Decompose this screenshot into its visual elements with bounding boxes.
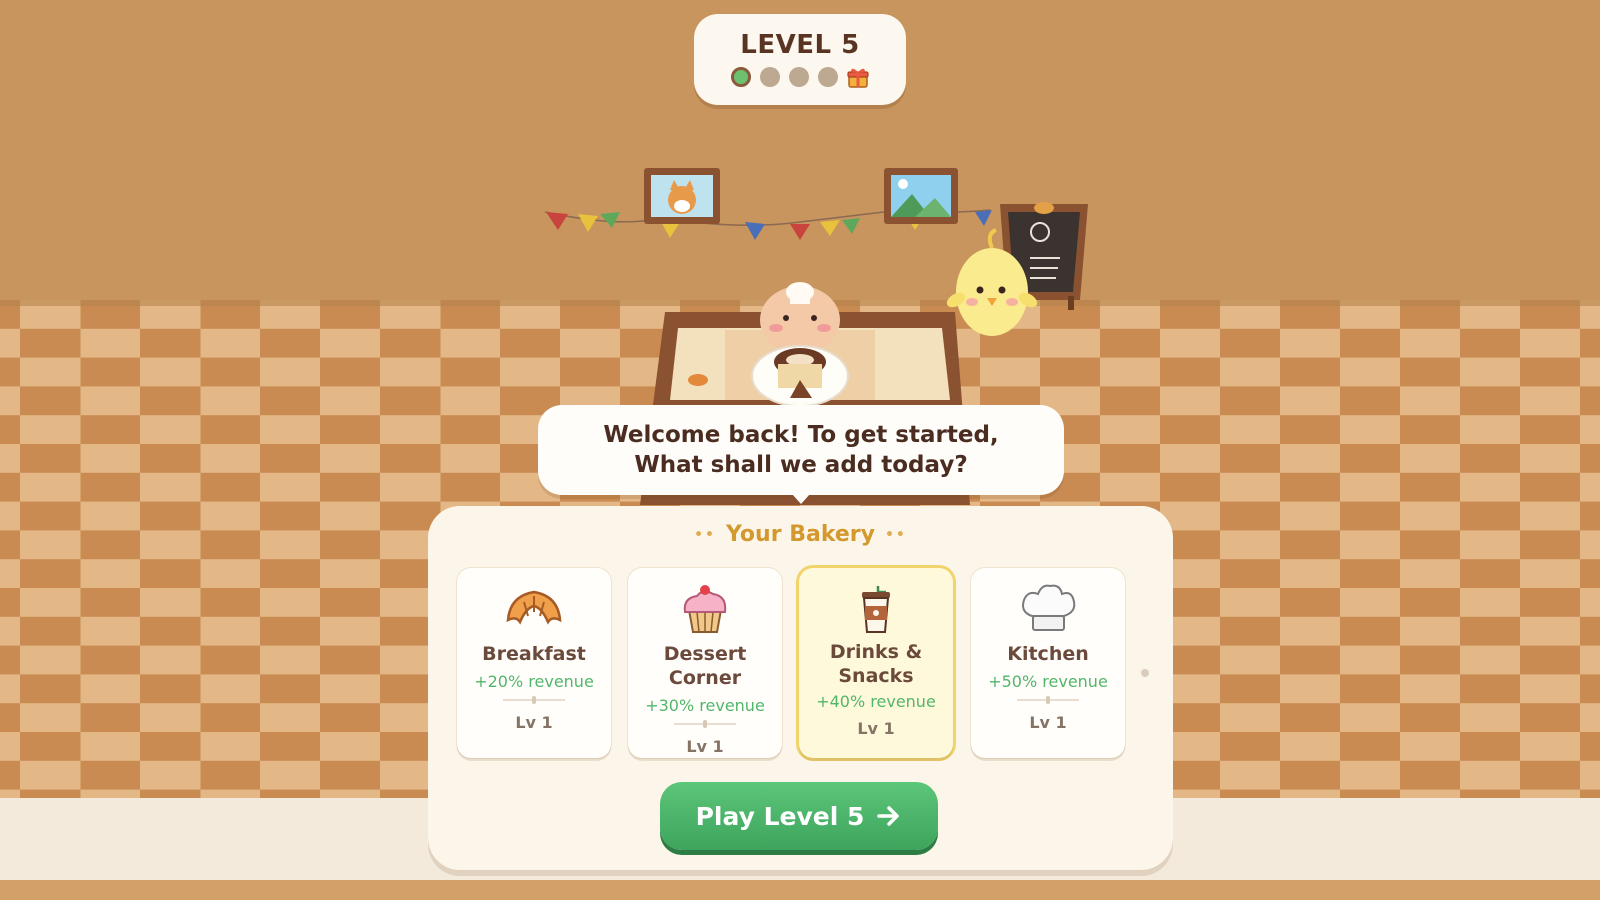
speech-bubble-tail xyxy=(792,494,810,504)
panel-title: Your Bakery xyxy=(726,522,875,547)
header-decoration-right: •• xyxy=(884,527,907,543)
play-button-label: Play Level 5 xyxy=(695,801,865,831)
welcome-speech-bubble: Welcome back! To get started, What shall… xyxy=(538,405,1064,504)
card-revenue: +20% revenue xyxy=(474,672,594,691)
mountain-picture-frame xyxy=(884,168,958,224)
card-revenue: +50% revenue xyxy=(988,672,1108,691)
card-level: Lv 1 xyxy=(857,719,895,738)
progress-dot-complete xyxy=(731,67,751,87)
your-bakery-panel: •• Your Bakery •• Breakfast +20% revenue L… xyxy=(428,506,1173,870)
header-decoration-left: •• xyxy=(694,527,717,543)
coffee-cup-icon xyxy=(862,586,890,633)
card-divider xyxy=(674,720,736,728)
level-title: LEVEL 5 xyxy=(740,30,860,60)
card-revenue: +40% revenue xyxy=(816,692,936,711)
card-title: Breakfast xyxy=(482,643,586,665)
scroll-indicator-dot[interactable] xyxy=(1141,669,1149,677)
card-title: Dessert Corner xyxy=(663,643,747,689)
play-level-button[interactable]: Play Level 5 xyxy=(660,782,938,850)
chef-hat-icon xyxy=(1022,584,1076,631)
panel-header: •• Your Bakery •• xyxy=(428,522,1173,547)
level-progress-dots xyxy=(694,66,906,88)
card-title: Drinks & Snacks xyxy=(829,641,923,687)
card-divider xyxy=(503,696,565,704)
gift-icon xyxy=(847,68,869,88)
card-level: Lv 1 xyxy=(1029,713,1067,732)
welcome-message: Welcome back! To get started, What shall… xyxy=(603,422,999,478)
cake-plate xyxy=(751,345,849,407)
progress-dot-empty xyxy=(818,67,838,87)
card-title: Kitchen xyxy=(1007,643,1089,665)
cat-picture-frame xyxy=(644,168,720,224)
card-level: Lv 1 xyxy=(686,737,724,756)
upgrade-card-breakfast[interactable]: Breakfast +20% revenue Lv 1 xyxy=(457,568,611,758)
card-level: Lv 1 xyxy=(515,713,553,732)
upgrade-card-kitchen[interactable]: Kitchen +50% revenue Lv 1 xyxy=(971,568,1125,758)
progress-dot-empty xyxy=(789,67,809,87)
level-badge: LEVEL 5 xyxy=(694,14,906,105)
card-divider xyxy=(1017,696,1079,704)
upgrade-card-drinks-snacks[interactable]: Drinks & Snacks +40% revenue Lv 1 xyxy=(799,568,953,758)
progress-dot-empty xyxy=(760,67,780,87)
arrow-right-icon xyxy=(877,806,900,826)
cupcake-icon xyxy=(683,585,727,633)
card-revenue: +30% revenue xyxy=(645,696,765,715)
upgrade-card-dessert-corner[interactable]: Dessert Corner +30% revenue Lv 1 xyxy=(628,568,782,758)
croissant-icon xyxy=(506,590,562,625)
